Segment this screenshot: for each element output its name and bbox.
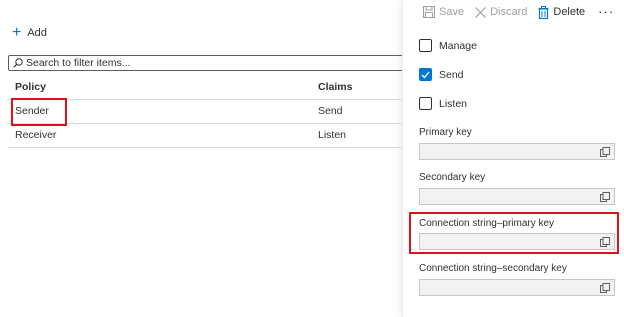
claims-cell: Send [318, 105, 343, 117]
add-button[interactable]: + Add [12, 25, 47, 41]
save-icon [423, 6, 435, 18]
claims-cell: Listen [318, 129, 347, 141]
plus-icon: + [12, 24, 22, 41]
table-row[interactable]: Sender Send [8, 98, 416, 126]
filter-box[interactable] [8, 55, 416, 71]
save-button[interactable]: Save [423, 6, 464, 18]
send-label: Send [439, 68, 464, 81]
discard-label: Discard [490, 6, 528, 18]
copy-icon[interactable] [600, 283, 610, 293]
manage-label: Manage [439, 39, 477, 52]
table-header: Policy Claims [8, 76, 416, 100]
primary-key-label: Primary key [419, 127, 472, 138]
delete-label: Delete [553, 6, 586, 18]
panel-toolbar: Save Discard Delete ··· [423, 4, 614, 20]
checkmark-icon [421, 71, 430, 78]
secondary-connection-string-field[interactable] [419, 279, 615, 296]
add-label: Add [27, 27, 47, 39]
discard-button[interactable]: Discard [475, 6, 527, 18]
more-options-icon[interactable]: ··· [598, 5, 614, 18]
checkbox-box[interactable] [419, 39, 432, 52]
policy-table: Policy Claims Sender Send Receiver Liste… [8, 76, 416, 148]
trash-icon [538, 5, 549, 19]
send-checkbox[interactable]: Send [419, 68, 464, 81]
highlight-box [409, 212, 619, 254]
policy-details-panel: Save Discard Delete ··· Manage Send List… [402, 0, 624, 317]
search-input[interactable] [26, 57, 406, 69]
listen-checkbox[interactable]: Listen [419, 97, 467, 110]
primary-key-field[interactable] [419, 143, 615, 160]
secondary-connection-string-label: Connection string–secondary key [419, 263, 567, 274]
secondary-key-label: Secondary key [419, 172, 486, 183]
manage-checkbox[interactable]: Manage [419, 39, 477, 52]
copy-icon[interactable] [600, 192, 610, 202]
listen-label: Listen [439, 97, 468, 110]
checkbox-box[interactable] [419, 97, 432, 110]
table-row[interactable]: Receiver Listen [8, 124, 416, 148]
highlight-box [11, 98, 67, 126]
search-icon [13, 58, 23, 68]
claims-column-header[interactable]: Claims [318, 81, 352, 93]
copy-icon[interactable] [600, 147, 610, 157]
close-icon [475, 6, 487, 18]
delete-button[interactable]: Delete [538, 5, 586, 19]
policy-column-header[interactable]: Policy [15, 81, 46, 93]
policy-cell[interactable]: Receiver [15, 129, 56, 141]
save-label: Save [439, 6, 465, 18]
checkbox-box[interactable] [419, 68, 432, 81]
secondary-key-field[interactable] [419, 188, 615, 205]
